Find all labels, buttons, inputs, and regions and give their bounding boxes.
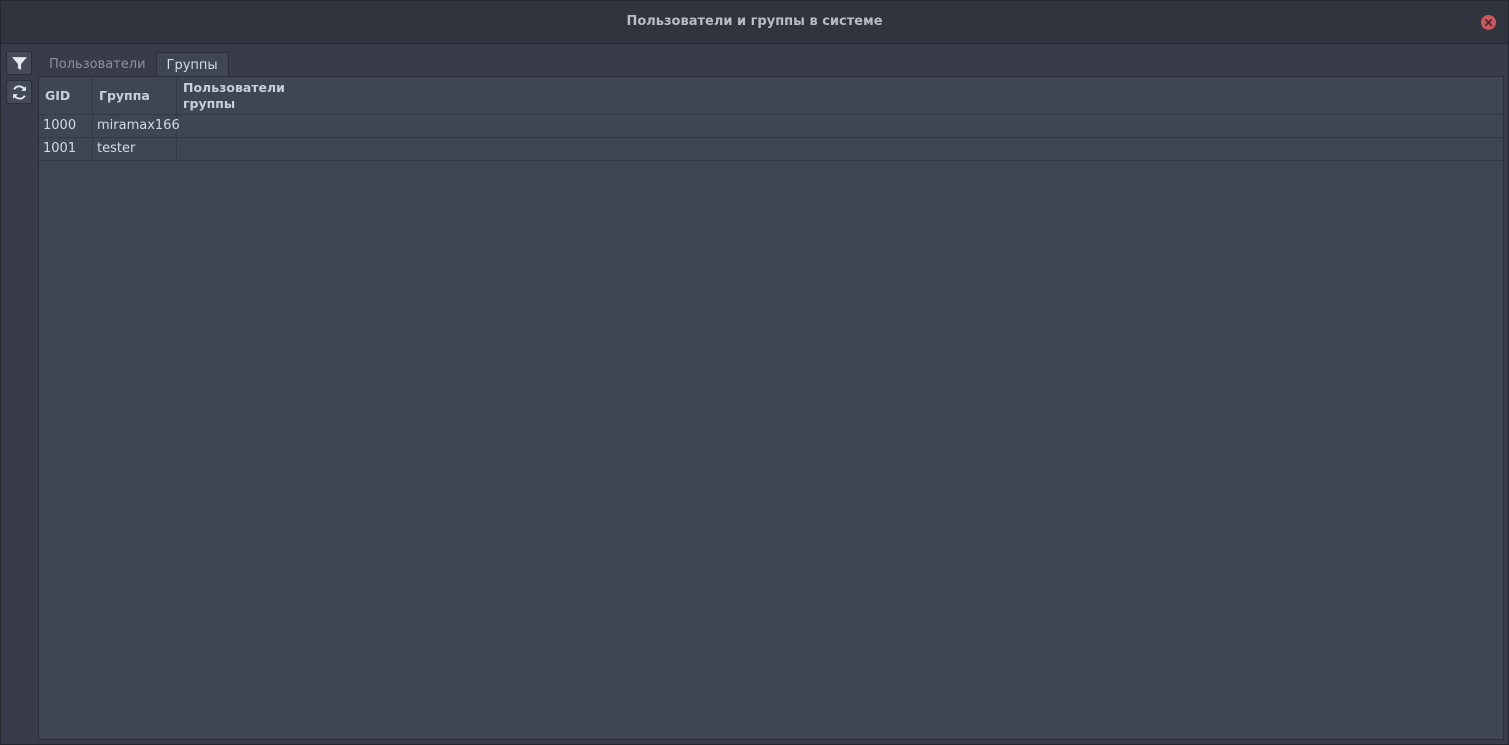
cell-members <box>177 138 287 161</box>
tab-users[interactable]: Пользователи <box>39 52 156 77</box>
table-row[interactable]: 1000 miramax166 <box>39 115 1503 138</box>
column-header-group[interactable]: Группа <box>93 77 177 115</box>
groups-table: GID Группа Пользователи группы 1000 mira… <box>38 76 1504 740</box>
refresh-button[interactable] <box>6 80 32 104</box>
refresh-icon <box>12 84 26 100</box>
column-header-gid[interactable]: GID <box>39 77 93 115</box>
app-window: Пользователи и группы в системе Пользова… <box>0 0 1509 745</box>
cell-gid: 1001 <box>39 138 93 161</box>
filter-icon <box>11 56 27 70</box>
tab-bar: Пользователи Группы <box>39 52 229 77</box>
filter-button[interactable] <box>6 51 32 75</box>
tab-groups[interactable]: Группы <box>155 52 229 77</box>
title-bar: Пользователи и группы в системе <box>1 1 1508 44</box>
cell-group: miramax166 <box>93 115 180 138</box>
close-button[interactable] <box>1481 15 1496 30</box>
cell-members <box>177 115 287 138</box>
close-icon <box>1484 18 1493 27</box>
window-title: Пользователи и группы в системе <box>626 14 883 29</box>
column-header-members[interactable]: Пользователи группы <box>177 77 287 115</box>
table-header: GID Группа Пользователи группы <box>39 77 1503 115</box>
side-toolbar <box>6 51 34 109</box>
cell-group: tester <box>93 138 177 161</box>
table-row[interactable]: 1001 tester <box>39 138 1503 161</box>
cell-gid: 1000 <box>39 115 93 138</box>
